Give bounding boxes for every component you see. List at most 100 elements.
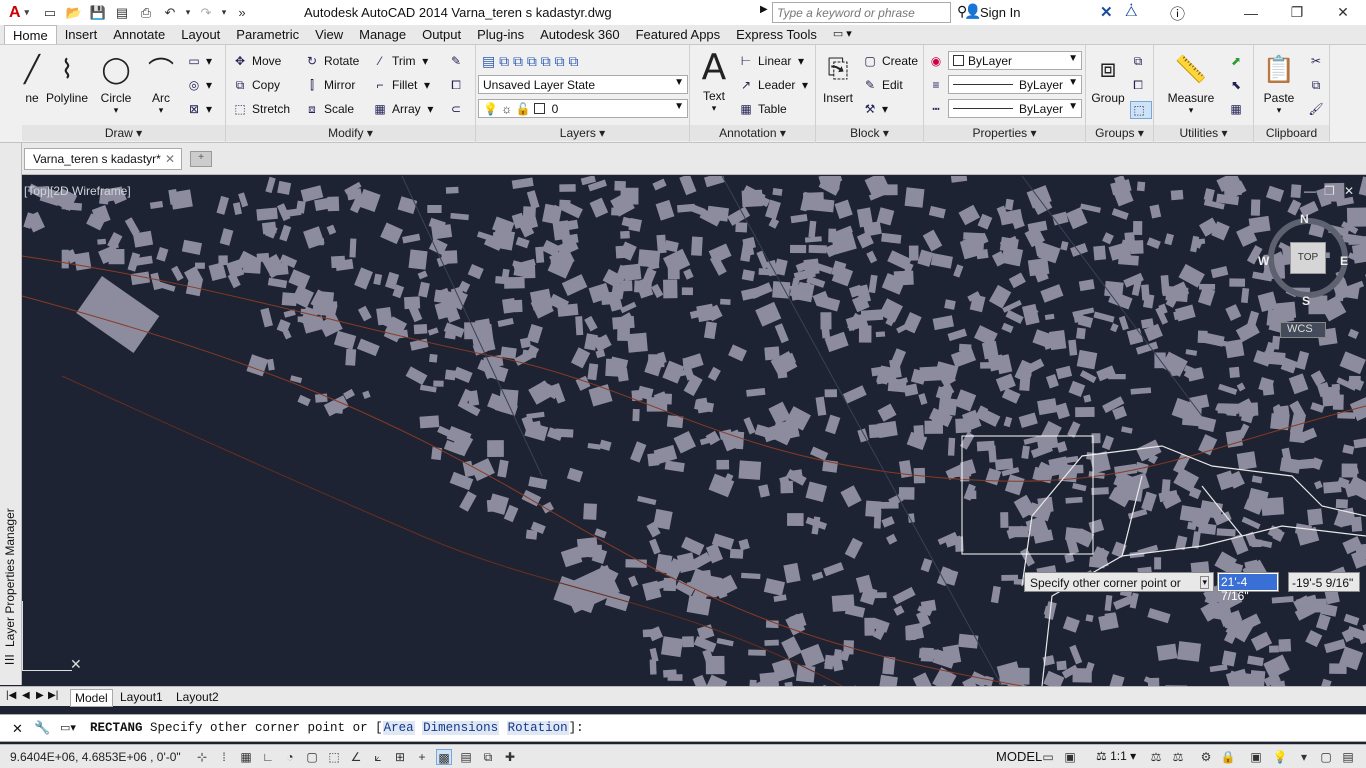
tab-model[interactable]: Model (70, 689, 113, 707)
calculator-button[interactable]: ▦ (1228, 101, 1248, 117)
viewcube-top-face[interactable]: TOP (1290, 242, 1326, 274)
trim-button[interactable]: ⁄ Trim ▾ (372, 53, 428, 69)
model-space-button[interactable]: MODEL (996, 749, 1042, 764)
new-tab-icon[interactable]: + (190, 151, 212, 167)
scale-button[interactable]: ⧈ Scale (304, 101, 354, 117)
viewport-label[interactable]: [Top][2D Wireframe] (24, 184, 131, 198)
circle-button[interactable]: ◯ Circle ▾ (94, 51, 138, 116)
text-button[interactable]: A Text ▾ (694, 47, 734, 114)
hardware-acceleration-icon[interactable]: ▣ (1248, 749, 1264, 765)
match-prop-button[interactable]: 🖌 (1308, 101, 1328, 117)
annotation-visibility-icon[interactable]: ⚖ (1148, 749, 1164, 765)
map-drawing[interactable] (22, 176, 1366, 686)
layout-nav-first-icon[interactable]: |◀ (6, 690, 16, 701)
lock-ui-icon[interactable]: 🔒 (1220, 749, 1236, 765)
chevron-double-right-icon[interactable]: » (230, 2, 254, 24)
boundary-button[interactable]: ⊠ ▾ (186, 101, 212, 117)
layers-palette-icon[interactable]: ☰ (4, 653, 15, 667)
hatch-button[interactable]: ◎ ▾ (186, 77, 212, 93)
document-tab[interactable]: Varna_teren s kadastyr* ✕ (24, 148, 182, 170)
dynamic-input-y-field[interactable]: -19'-5 9/16" (1288, 572, 1360, 592)
copy-clip-button[interactable]: ⧉ (1308, 77, 1328, 93)
properties-panel-label[interactable]: Properties ▾ (924, 125, 1085, 141)
dynamic-input-icon[interactable]: ⊞ (392, 749, 408, 765)
workspace-switching-icon[interactable]: ⚙ (1198, 749, 1214, 765)
annotation-monitor-icon[interactable]: ✚ (502, 749, 518, 765)
3d-object-snap-icon[interactable]: ⬚ (326, 749, 342, 765)
tab-layout1[interactable]: Layout1 (116, 689, 167, 705)
ortho-mode-icon[interactable]: ∟ (260, 749, 276, 765)
lineweight-icon[interactable]: ≡ (928, 77, 948, 93)
lineweight-select[interactable]: ByLayer ▼ (948, 99, 1082, 118)
tab-manage[interactable]: Manage (351, 25, 414, 44)
table-button[interactable]: ▦ Table (738, 101, 786, 117)
utilities-panel-label[interactable]: Utilities ▾ (1154, 125, 1253, 141)
viewport-restore-icon[interactable]: ❐ (1324, 184, 1335, 198)
object-snap-tracking-icon[interactable]: ∠ (348, 749, 364, 765)
color-select[interactable]: ByLayer ▼ (948, 51, 1082, 70)
tab-autodesk-360[interactable]: Autodesk 360 (532, 25, 628, 44)
edit-block-button[interactable]: ✎ Edit (862, 77, 903, 93)
selection-cycling-icon[interactable]: ⧉ (480, 749, 496, 765)
auto-scale-icon[interactable]: ⚖ (1170, 749, 1186, 765)
tab-annotate[interactable]: Annotate (105, 25, 173, 44)
annotation-panel-label[interactable]: Annotation ▾ (690, 125, 815, 141)
isolate-objects-icon[interactable]: 💡 (1272, 749, 1288, 765)
match-properties-icon[interactable]: ◉ (928, 53, 948, 69)
app-menu-button[interactable]: A ▾ (0, 2, 38, 24)
group-edit-button[interactable]: ⧠ (1130, 77, 1150, 93)
dynamic-input-x-field[interactable]: 21'-4 7/16" (1217, 572, 1279, 603)
viewcube-south-label[interactable]: S (1302, 294, 1310, 308)
viewcube[interactable]: TOP N S E W WCS (1258, 210, 1352, 340)
linear-dimension-button[interactable]: ⊢ Linear ▾ (738, 53, 804, 69)
rectangle-button[interactable]: ▭ ▾ (186, 53, 212, 69)
linetype-select[interactable]: ByLayer ▼ (948, 75, 1082, 94)
annotation-scale[interactable]: ⚖ 1:1 ▾ (1096, 749, 1136, 763)
autodesk-360-icon[interactable]: ⧊ (1125, 3, 1138, 20)
erase-button[interactable]: ✎ (448, 53, 468, 69)
viewport-minimize-icon[interactable]: — (1304, 184, 1316, 198)
option-area[interactable]: Area (382, 721, 415, 735)
fillet-button[interactable]: ⌐ Fillet ▾ (372, 77, 430, 93)
status-menu-icon[interactable]: ▾ (1296, 749, 1312, 765)
cut-button[interactable]: ✂ (1308, 53, 1328, 69)
close-command-line-icon[interactable]: ✕ (12, 721, 23, 737)
polyline-button[interactable]: ⌇ Polyline (42, 51, 92, 106)
redo-dropdown-icon[interactable]: ▾ (218, 2, 230, 24)
copy-button[interactable]: ⧉ Copy (232, 77, 280, 93)
layers-panel-label[interactable]: Layers ▾ (476, 125, 689, 141)
clipboard-panel-label[interactable]: Clipboard (1254, 125, 1329, 141)
mirror-button[interactable]: ⫿ Mirror (304, 77, 355, 93)
layout-nav-prev-icon[interactable]: ◀ (22, 690, 30, 701)
quick-select-button[interactable]: ⬈ (1228, 53, 1248, 69)
option-dimensions[interactable]: Dimensions (422, 721, 500, 735)
tab-output[interactable]: Output (414, 25, 469, 44)
move-button[interactable]: ✥ Move (232, 53, 281, 69)
transparency-icon[interactable]: ▩ (436, 749, 452, 765)
line-button[interactable]: ╱ ne (22, 51, 42, 106)
layer-state-select[interactable]: Unsaved Layer State ▼ (478, 75, 688, 94)
quick-view-layouts-icon[interactable]: ▭ (1040, 749, 1056, 765)
groups-panel-label[interactable]: Groups ▾ (1086, 125, 1153, 141)
measure-button[interactable]: 📏 Measure ▾ (1166, 51, 1216, 116)
undo-icon[interactable]: ↶ (158, 2, 182, 24)
block-panel-label[interactable]: Block ▾ (816, 125, 923, 141)
object-snap-icon[interactable]: ▢ (304, 749, 320, 765)
customize-command-line-icon[interactable]: 🔧 (34, 720, 50, 736)
quick-view-drawings-icon[interactable]: ▣ (1062, 749, 1078, 765)
close-window-button[interactable]: ✕ (1320, 0, 1366, 25)
modify-panel-label[interactable]: Modify ▾ (226, 125, 475, 141)
clean-screen-icon[interactable]: ▢ (1318, 749, 1334, 765)
new-icon[interactable]: ▭ (38, 2, 62, 24)
wcs-menu[interactable]: WCS (1280, 322, 1326, 338)
viewcube-east-label[interactable]: E (1340, 254, 1348, 268)
tab-insert[interactable]: Insert (57, 25, 106, 44)
save-as-icon[interactable]: ▤ (110, 2, 134, 24)
tab-view[interactable]: View (307, 25, 351, 44)
tab-layout2[interactable]: Layout2 (172, 689, 223, 705)
create-block-button[interactable]: ▢ Create (862, 53, 918, 69)
lineweight-toggle-icon[interactable]: + (414, 749, 430, 765)
close-tab-icon[interactable]: ✕ (165, 152, 175, 166)
viewcube-north-label[interactable]: N (1300, 212, 1309, 226)
dropdown-arrow-icon[interactable]: ▾ (1200, 576, 1209, 589)
